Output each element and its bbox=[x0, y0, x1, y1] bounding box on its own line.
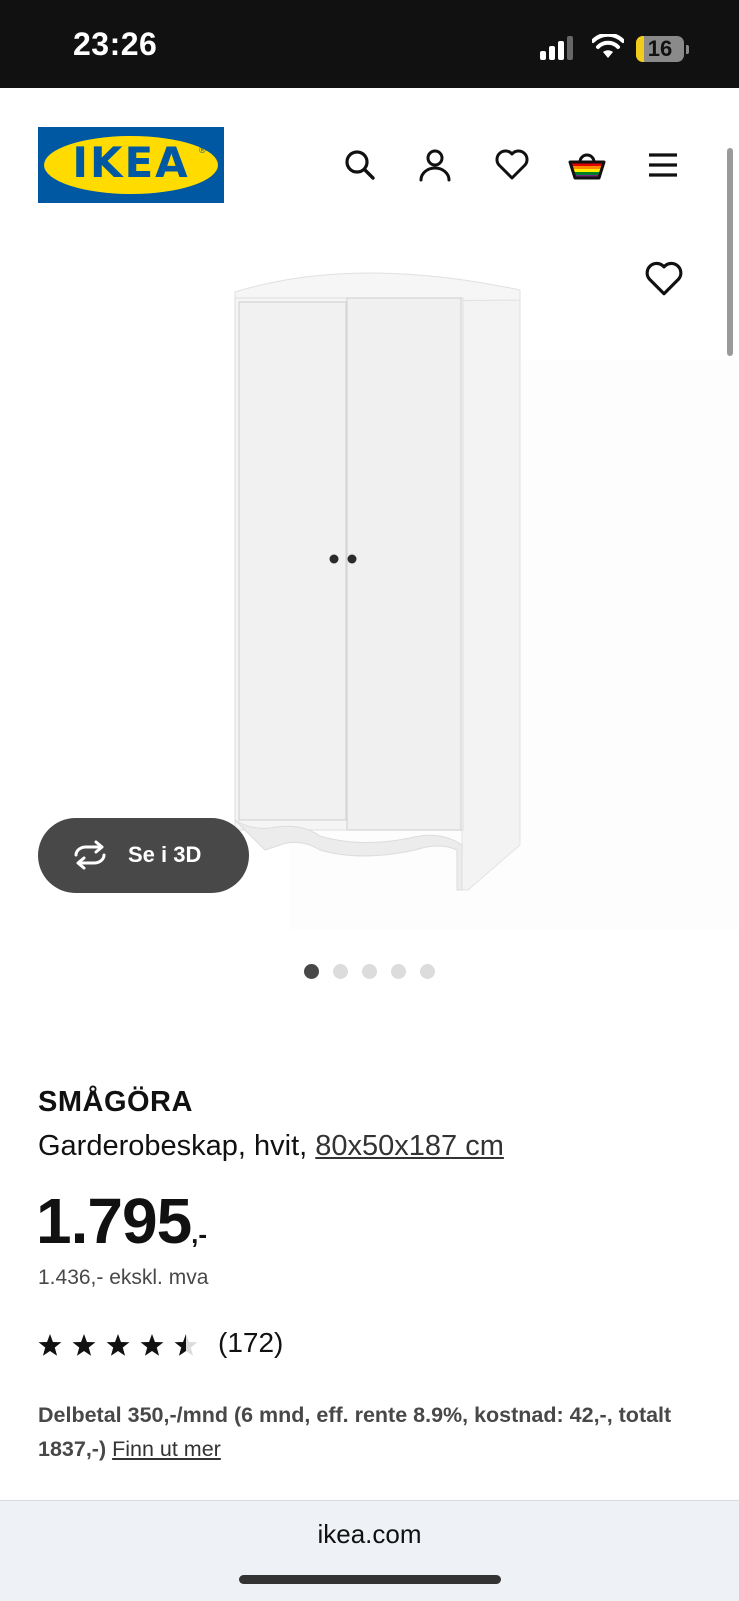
status-time: 23:26 bbox=[73, 26, 158, 62]
logo-text: IKEA bbox=[72, 138, 190, 187]
menu-icon[interactable] bbox=[643, 145, 683, 185]
installment-more-link[interactable]: Finn ut mer bbox=[112, 1437, 221, 1461]
view-3d-button[interactable]: Se i 3D bbox=[38, 818, 249, 893]
rotate-3d-icon bbox=[74, 840, 106, 870]
url-text[interactable]: ikea.com bbox=[0, 1519, 739, 1550]
rating-stars bbox=[38, 1334, 198, 1356]
battery-level: 16 bbox=[647, 36, 673, 61]
status-bar: 23:26 16 bbox=[0, 0, 739, 88]
view-3d-label: Se i 3D bbox=[128, 842, 202, 867]
battery-icon: 16 bbox=[636, 36, 684, 62]
carousel-dot[interactable] bbox=[420, 964, 435, 979]
search-icon[interactable] bbox=[340, 145, 380, 185]
carousel-dot[interactable] bbox=[304, 964, 319, 979]
ikea-logo[interactable]: IKEA ® bbox=[38, 127, 224, 203]
wifi-icon bbox=[592, 34, 624, 58]
price-excl-vat: 1.436,- ekskl. mva bbox=[38, 1266, 209, 1289]
star-filled bbox=[72, 1334, 96, 1356]
star-filled bbox=[106, 1334, 130, 1356]
rating-count: (172) bbox=[218, 1327, 284, 1358]
cellular-signal-icon bbox=[540, 36, 576, 60]
logo-registered-mark: ® bbox=[199, 145, 206, 155]
account-icon[interactable] bbox=[415, 145, 455, 185]
product-price: 1.795,- bbox=[36, 1184, 207, 1258]
star-filled bbox=[140, 1334, 164, 1356]
carousel-indicator bbox=[0, 964, 739, 980]
product-name: SMÅGÖRA bbox=[38, 1086, 193, 1118]
product-description: Garderobeskap, hvit, 80x50x187 cm bbox=[38, 1130, 504, 1163]
favorites-icon[interactable] bbox=[492, 145, 532, 185]
battery-tip bbox=[686, 45, 689, 54]
carousel-dot[interactable] bbox=[333, 964, 348, 979]
browser-address-bar[interactable]: ikea.com bbox=[0, 1500, 739, 1601]
installment-info: Delbetal 350,-/mnd (6 mnd, eff. rente 8.… bbox=[38, 1398, 698, 1466]
product-type: Garderobeskap, hvit, bbox=[38, 1130, 308, 1162]
carousel-dot[interactable] bbox=[362, 964, 377, 979]
measurements-link[interactable]: 80x50x187 cm bbox=[315, 1130, 504, 1162]
price-suffix: ,- bbox=[191, 1219, 208, 1249]
star-filled bbox=[38, 1334, 62, 1356]
carousel-dot[interactable] bbox=[391, 964, 406, 979]
home-indicator[interactable] bbox=[239, 1575, 501, 1584]
add-to-favorites-icon[interactable] bbox=[643, 258, 685, 300]
cart-icon[interactable] bbox=[567, 145, 607, 185]
price-main: 1.795 bbox=[36, 1185, 192, 1257]
